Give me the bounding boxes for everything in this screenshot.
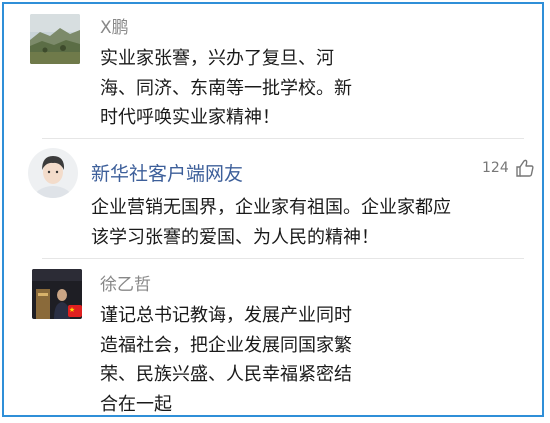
comment-username[interactable]: 徐乙哲 [100,270,151,295]
comment-text-line: 企业营销无国界，企业家有祖国。企业家都应 [91,197,451,218]
avatar[interactable] [28,148,78,198]
like-count: 124 [482,160,509,176]
comment-username[interactable]: 新华社客户端网友 [91,159,243,186]
comment-text-line: 实业家张謇，兴办了复旦、河 [100,48,334,69]
divider [42,258,524,259]
comment-text-line: 海、同济、东南等一批学校。新 [100,77,352,99]
comment-text-line: 荣、民族兴盛、人民幸福紧密结 [100,364,352,385]
thumbs-up-icon[interactable] [515,158,535,178]
comment-text-line: 造福社会，把企业发展同国家繁 [100,334,352,356]
comment-text-line: 时代呼唤实业家精神！ [100,107,280,128]
china-flag-icon [68,305,82,317]
divider [42,138,524,139]
landscape-avatar-image [30,14,80,64]
person-avatar-image [28,148,78,198]
comment-text-line: 谨记总书记教诲，发展产业同时 [100,305,352,326]
like-control[interactable]: 124 [482,158,535,178]
comment-list: X鹏 实业家张謇，兴办了复旦、河 海、同济、东南等一批学校。新 时代呼唤实业家精… [2,2,544,417]
comment-text-line: 合在一起 [100,393,172,415]
comment-text-line: 该学习张謇的爱国、为人民的精神！ [91,226,379,248]
comment-username[interactable]: X鹏 [100,13,129,38]
avatar[interactable] [30,14,80,64]
